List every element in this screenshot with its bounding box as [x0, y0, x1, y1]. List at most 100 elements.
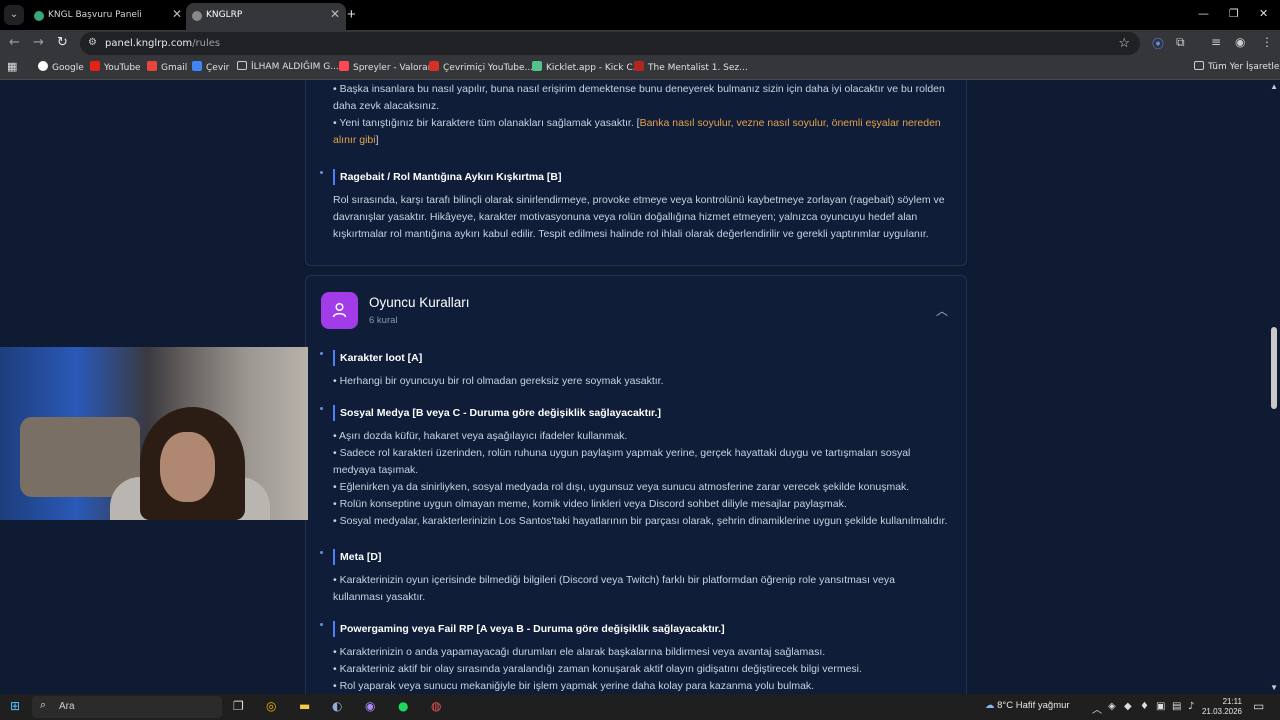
url-path: /rules	[192, 38, 221, 49]
volume-icon[interactable]: ▤	[1172, 701, 1181, 712]
windows-start-icon[interactable]: ⊞	[10, 699, 20, 713]
address-bar[interactable]: ⚙ panel.knglrp.com/rules ☆	[80, 32, 1140, 55]
extension-icon[interactable]: ⦿	[1152, 35, 1164, 52]
rule-line: • Karakterinizin o anda yapamayacağı dur…	[333, 646, 826, 658]
bookmark-google[interactable]: Google	[38, 61, 84, 73]
tray-app-icon[interactable]: ◈	[1108, 701, 1116, 712]
youtube-converter-icon	[429, 61, 439, 71]
tab-knglrp[interactable]: KNGLRP ✕	[186, 3, 346, 30]
page-scrollbar[interactable]: ▲ ▼	[1268, 80, 1280, 694]
close-tab-icon[interactable]: ✕	[172, 7, 182, 21]
back-icon[interactable]: ←	[9, 35, 20, 50]
rule-line: • Herhangi bir oyuncuyu bir rol olmadan …	[333, 375, 664, 387]
rule-line: daha zevk alacaksınız.	[333, 100, 440, 112]
forward-icon[interactable]: →	[33, 35, 44, 50]
site-info-icon[interactable]: ⚙	[88, 37, 97, 48]
rule-accent-bar	[333, 350, 335, 366]
rule-line: • Aşırı dozda küfür, hakaret veya aşağıl…	[333, 430, 628, 442]
webcam-person-face	[160, 432, 215, 502]
windows-taskbar: ⊞ ⌕ Ara ❐ ◎ ▬ ◐ ◉ ● ◍ ☁ 8°C Hafif yağmur…	[0, 694, 1280, 720]
section-rule-count: 6 kural	[369, 315, 398, 326]
rule-bullet	[320, 623, 323, 626]
bookmark-youtube[interactable]: YouTube	[90, 61, 141, 73]
bookmark-cevir[interactable]: Çevir	[192, 61, 229, 73]
bookmark-kicklet[interactable]: Kicklet.app - Kick C...	[532, 61, 641, 73]
rule-bullet	[320, 352, 323, 355]
youtube-icon	[90, 61, 100, 71]
taskbar-search-label: Ara	[59, 701, 75, 712]
chrome-icon[interactable]: ◎	[266, 699, 276, 713]
rule-line: • Sadece rol karakteri üzerinden, rolün …	[333, 447, 911, 459]
bookmark-cevrimici-youtube[interactable]: Çevrimiçi YouTube...	[429, 61, 533, 73]
clock-time: 21:11	[1222, 697, 1242, 706]
rule-title: Powergaming veya Fail RP [A veya B - Dur…	[340, 623, 725, 635]
rule-bullet	[320, 407, 323, 410]
task-view-icon[interactable]: ❐	[233, 699, 244, 713]
tray-app-icon[interactable]: ◆	[1124, 701, 1132, 712]
tab-kngl-basvuru[interactable]: KNGL Başvuru Paneli ✕	[28, 3, 188, 30]
extensions-puzzle-icon[interactable]: ⧉	[1176, 35, 1185, 50]
media-control-icon[interactable]: ≡	[1211, 35, 1221, 49]
obs-icon[interactable]: ◍	[431, 699, 441, 713]
scroll-up-icon[interactable]: ▲	[1270, 82, 1278, 91]
profile-avatar-icon[interactable]: ◉	[1235, 35, 1245, 49]
url-text: panel.knglrp.com/rules	[105, 38, 220, 49]
network-icon[interactable]: ▣	[1156, 701, 1165, 712]
reload-icon[interactable]: ↻	[57, 35, 68, 50]
rule-line: • Sosyal medyalar, karakterlerinizin Los…	[333, 515, 948, 527]
rule-bullet	[320, 551, 323, 554]
system-clock[interactable]: 21:11 21.03.2026	[1200, 697, 1242, 717]
tab-bar: ⌄ KNGL Başvuru Paneli ✕ KNGLRP ✕ + — ❐ ✕	[0, 0, 1280, 30]
minimize-icon[interactable]: —	[1198, 7, 1209, 20]
menu-kebab-icon[interactable]: ⋮	[1261, 35, 1273, 49]
rule-accent-bar	[333, 549, 335, 565]
scrollbar-thumb[interactable]	[1271, 327, 1277, 409]
tab-search-button[interactable]: ⌄	[4, 5, 24, 25]
bookmark-ilham[interactable]: İLHAM ALDIĞIM G...	[237, 61, 339, 72]
bookmark-spreyler[interactable]: Spreyler - Valorant	[339, 61, 437, 73]
rule-title: Ragebait / Rol Mantığına Aykırı Kışkırtm…	[340, 171, 562, 183]
apps-grid-icon[interactable]: ▦	[7, 60, 17, 73]
bookmark-star-icon[interactable]: ☆	[1118, 35, 1130, 51]
tray-chevron-icon[interactable]: ︿	[1092, 701, 1102, 716]
rule-line: kışkırtmalar rol mantığına aykırı kabul …	[333, 228, 929, 240]
rule-line: medyaya taşımak.	[333, 464, 419, 476]
valorant-icon	[339, 61, 349, 71]
rule-highlight: Banka nasıl soyulur, vezne nasıl soyulur…	[639, 117, 941, 129]
rule-title: Karakter loot [A]	[340, 352, 423, 364]
folder-icon	[1194, 61, 1204, 70]
spotify-icon[interactable]: ●	[398, 699, 408, 713]
bookmark-label: Google	[52, 63, 84, 73]
taskbar-search[interactable]: ⌕ Ara	[32, 696, 222, 718]
rule-line-text: • Yeni tanıştığınız bir karaktere tüm ol…	[333, 117, 640, 129]
speaker-icon[interactable]: ♪	[1188, 701, 1194, 712]
notifications-icon[interactable]: ▭	[1253, 699, 1264, 713]
folder-icon	[237, 61, 247, 70]
app-icon[interactable]: ◐	[332, 699, 342, 713]
all-bookmarks[interactable]: Tüm Yer İşaretleri	[1194, 61, 1280, 72]
weather-cloud-icon: ☁	[985, 700, 995, 711]
rule-bullet	[320, 171, 323, 174]
tv-icon	[634, 61, 644, 71]
bookmark-mentalist[interactable]: The Mentalist 1. Sez...	[634, 61, 748, 73]
scroll-down-icon[interactable]: ▼	[1270, 683, 1278, 692]
file-explorer-icon[interactable]: ▬	[299, 699, 310, 713]
discord-icon[interactable]: ◉	[365, 699, 375, 713]
bookmark-label: The Mentalist 1. Sez...	[648, 63, 748, 73]
bookmark-gmail[interactable]: Gmail	[147, 61, 187, 73]
bookmark-label: Kicklet.app - Kick C...	[546, 63, 642, 73]
bookmark-label: Spreyler - Valorant	[353, 63, 437, 73]
microphone-icon[interactable]: ♦	[1140, 701, 1149, 712]
clock-date: 21.03.2026	[1201, 707, 1242, 716]
section-title: Oyuncu Kuralları	[369, 295, 470, 310]
rule-line-text: ]	[375, 134, 379, 146]
collapse-chevron-icon[interactable]: ︿	[936, 302, 948, 319]
kicklet-icon	[532, 61, 542, 71]
close-tab-icon[interactable]: ✕	[330, 7, 340, 21]
maximize-icon[interactable]: ❐	[1229, 7, 1239, 20]
rule-line: • Yeni tanıştığınız bir karaktere tüm ol…	[333, 117, 941, 129]
weather-widget[interactable]: ☁ 8°C Hafif yağmur	[985, 700, 1070, 711]
new-tab-icon[interactable]: +	[347, 6, 356, 23]
close-window-icon[interactable]: ✕	[1259, 7, 1268, 20]
rule-line: • Karakteriniz aktif bir olay sırasında …	[333, 663, 862, 675]
